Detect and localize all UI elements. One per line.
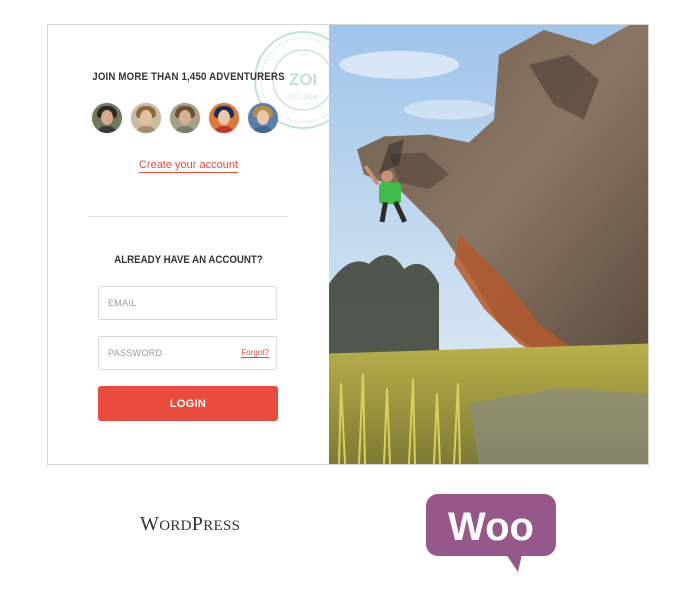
avatar (170, 103, 200, 133)
login-button[interactable]: LOGIN (98, 386, 278, 421)
wordpress-letter-w: W (140, 513, 160, 535)
stamp-est: EST. 2014 (289, 95, 317, 101)
wordpress-letters-ord: ORD (159, 518, 192, 534)
join-title: JOIN MORE THAN 1,450 ADVENTURERS (92, 71, 285, 83)
create-account-link[interactable]: Create your account (48, 159, 329, 173)
signup-panel: ZOI EST. 2014 JOIN MORE THAN 1,450 ADVEN… (48, 25, 352, 464)
wordpress-letters-ress: RESS (203, 518, 241, 534)
email-field[interactable] (98, 286, 277, 320)
email-input[interactable] (99, 287, 228, 319)
forgot-password-link[interactable]: Forgot? (241, 348, 269, 358)
wordpress-letter-p: P (191, 513, 204, 535)
wordpress-logo: WORDPRESS (140, 513, 270, 536)
login-title: ALREADY HAVE AN ACCOUNT? (114, 254, 263, 266)
woo-logo-text: Woo (448, 505, 534, 549)
hero-photo (329, 25, 648, 464)
signup-card: ZOI EST. 2014 JOIN MORE THAN 1,450 ADVEN… (47, 24, 649, 465)
woocommerce-logo: Woo (426, 494, 556, 572)
divider (88, 216, 288, 217)
avatar (248, 103, 278, 133)
avatar (131, 103, 161, 133)
avatar (92, 103, 122, 133)
member-avatars (92, 103, 278, 133)
create-account-label[interactable]: Create your account (138, 159, 239, 173)
password-input[interactable] (99, 337, 228, 369)
password-field[interactable]: Forgot? (98, 336, 277, 370)
avatar (209, 103, 239, 133)
